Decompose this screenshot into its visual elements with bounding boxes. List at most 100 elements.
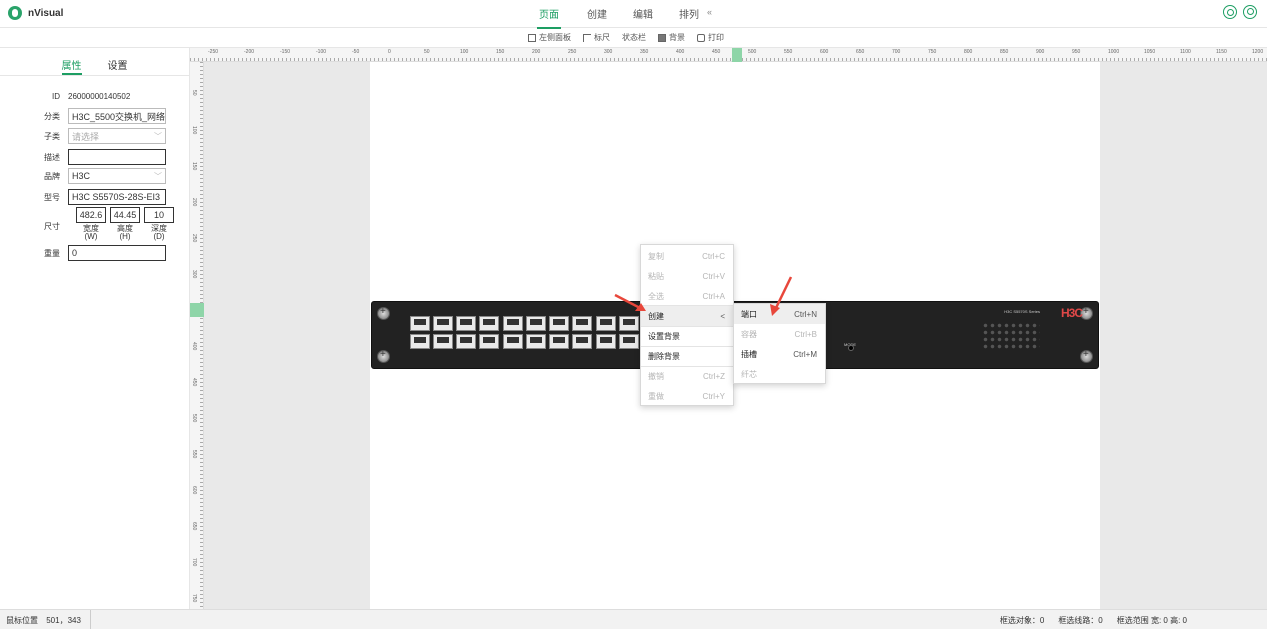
toggle-ruler-button[interactable]: 标尺 [583,32,610,43]
ruler-mark: 600 [191,486,197,495]
menu-item-redo[interactable]: 重做 Ctrl+Y [641,386,733,406]
ruler-mark: 300 [191,270,197,279]
menu-item-label: 插槽 [741,349,757,359]
ruler-mark: -200 [244,49,255,55]
ruler-mark: 0 [388,49,391,55]
menu-item-shortcut: Ctrl+B [794,329,817,339]
mouse-position: 鼠标位置 501，343 [6,615,81,626]
port[interactable] [503,316,523,331]
mode-button[interactable] [848,345,854,351]
menu-item-create[interactable]: 创建 < [641,306,733,326]
model-label: 型号 [44,192,60,202]
port[interactable] [526,334,546,349]
category-label: 分类 [44,111,60,121]
desc-label: 描述 [44,152,60,162]
menu-item-delete-background[interactable]: 删除背景 [641,346,733,366]
vertical-ruler[interactable]: 5010015020025030035040045050055060065070… [190,62,204,609]
nav-tab-create[interactable]: 创建 [587,6,607,29]
port[interactable] [479,334,499,349]
tab-properties[interactable]: 属性 [61,57,82,75]
port[interactable] [596,334,616,349]
brand-select[interactable]: H3C ﹀ [68,168,166,184]
model-input[interactable]: H3C S5570S-28S-EI3 [68,189,166,205]
ruler-mark: 650 [191,522,197,531]
port[interactable] [572,334,592,349]
nav-tab-arrange[interactable]: 排列 [679,6,699,29]
port-group-3 [596,316,642,349]
tab-settings[interactable]: 设置 [108,57,128,75]
depth-label: 深度 (D) [151,224,167,241]
port[interactable] [410,334,430,349]
mouse-position-value: 501，343 [46,616,81,625]
port[interactable] [572,316,592,331]
ruler-mark: 1200 [1252,49,1264,55]
submenu-item-fiber-core[interactable]: 纤芯 [734,364,825,384]
port[interactable] [456,334,476,349]
model-row: 型号 H3C S5570S-28S-EI3 [0,189,190,205]
ruler-mark: 1050 [1144,49,1156,55]
selected-objects: 框选对象：0 [999,616,1045,625]
menu-item-copy[interactable]: 复制 Ctrl+C [641,246,733,266]
user-icon[interactable] [1243,5,1257,19]
annotation-arrow-icon [770,276,793,316]
submenu-item-slot[interactable]: 插槽 Ctrl+M [734,344,825,364]
toggle-statusbar-button[interactable]: 状态栏 [622,32,646,43]
category-input[interactable]: H3C_5500交换机_网络 [68,108,166,124]
nav-tab-edit[interactable]: 编辑 [633,6,653,29]
brand-row: 品牌 H3C ﹀ [0,168,190,184]
toggle-left-panel-button[interactable]: 左侧面板 [528,32,571,43]
port[interactable] [503,334,523,349]
print-label: 打印 [708,33,724,42]
logo-icon [8,6,22,20]
port[interactable] [549,334,569,349]
background-button[interactable]: 背景 [658,32,685,43]
collapse-icon[interactable]: « [707,7,712,29]
ruler-mark: -250 [208,49,219,55]
category-row: 分类 H3C_5500交换机_网络 [0,108,190,124]
submenu-item-container[interactable]: 容器 Ctrl+B [734,324,825,344]
subtype-select[interactable]: 请选择 ﹀ [68,128,166,144]
nav-tab-page[interactable]: 页面 [537,6,561,29]
port[interactable] [619,334,639,349]
height-input[interactable]: 44.45 [110,207,140,223]
menu-item-label: 创建 [648,311,664,321]
desc-input[interactable] [68,149,166,165]
port[interactable] [410,316,430,331]
brand-logo: H3C [1060,306,1083,320]
chevron-left-icon: < [720,311,725,321]
menu-item-select-all[interactable]: 全选 Ctrl+A [641,286,733,306]
ruler-mark: 850 [1000,49,1009,55]
port[interactable] [619,316,639,331]
depth-input[interactable]: 10 [144,207,174,223]
menu-item-undo[interactable]: 撤销 Ctrl+Z [641,366,733,386]
ruler-mark: 450 [191,378,197,387]
menu-item-shortcut: Ctrl+M [793,349,817,359]
app-logo[interactable]: nVisual [8,6,63,20]
ruler-mark: 400 [676,49,685,55]
port[interactable] [526,316,546,331]
menu-item-set-background[interactable]: 设置背景 [641,326,733,346]
top-icons [1223,5,1257,19]
ruler-mark: 1150 [1216,49,1227,55]
port[interactable] [433,316,453,331]
port[interactable] [596,316,616,331]
port[interactable] [549,316,569,331]
dimension-inputs: 482.6 44.45 10 [76,207,174,223]
weight-input[interactable]: 0 [68,245,166,261]
panel-icon [528,33,536,42]
ruler-cursor-y [190,303,204,317]
menu-item-label: 撤销 [648,371,664,381]
settings-icon[interactable] [1223,5,1237,19]
print-button[interactable]: 打印 [697,32,724,43]
horizontal-ruler[interactable]: -250 -200 -150 -100 -50 0 50 100 150 200 250 300 350… [190,48,1267,62]
port[interactable] [456,316,476,331]
subtype-placeholder: 请选择 [72,131,100,142]
port[interactable] [433,334,453,349]
port[interactable] [479,316,499,331]
ruler-mark: 250 [191,234,197,243]
menu-item-label: 端口 [741,309,757,319]
ruler-mark: 800 [964,49,973,55]
width-input[interactable]: 482.6 [76,207,106,223]
menu-item-paste[interactable]: 粘贴 Ctrl+V [641,266,733,286]
top-bar: nVisual 页面 创建 编辑 排列 « [0,0,1267,29]
